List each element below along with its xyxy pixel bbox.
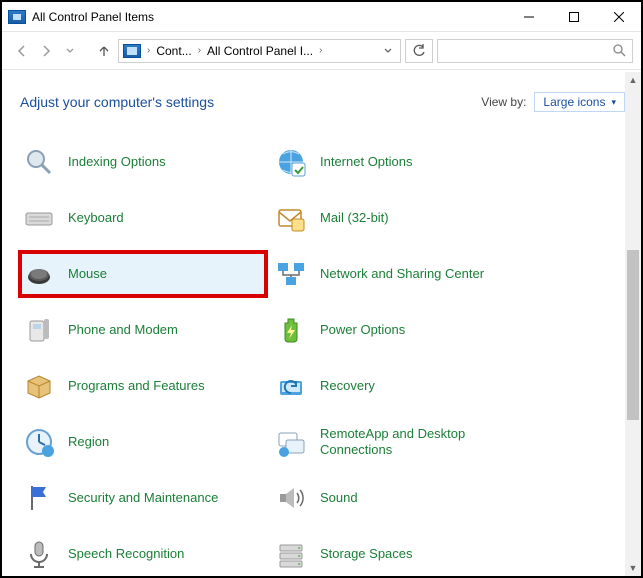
control-panel-icon (123, 44, 141, 58)
view-by-select[interactable]: Large icons ▾ (534, 92, 625, 112)
control-panel-item[interactable]: Network and Sharing Center (272, 252, 518, 296)
item-label: Programs and Features (68, 378, 205, 394)
item-label: Storage Spaces (320, 546, 413, 562)
mail-icon (274, 201, 308, 235)
phone-icon (22, 313, 56, 347)
control-panel-item[interactable]: Security and Maintenance (20, 476, 266, 520)
scroll-down-button[interactable]: ▼ (625, 560, 641, 576)
arrow-right-icon (39, 44, 53, 58)
breadcrumb-segment[interactable]: All Control Panel I... (207, 44, 313, 58)
breadcrumb-separator: › (145, 45, 152, 56)
control-panel-item[interactable]: Recovery (272, 364, 518, 408)
control-panel-item[interactable]: Mouse (20, 252, 266, 296)
nav-back-button[interactable] (12, 41, 32, 61)
maximize-icon (569, 12, 579, 22)
control-panel-item[interactable]: Phone and Modem (20, 308, 266, 352)
view-by-label: View by: (481, 95, 526, 109)
control-panel-item[interactable]: Programs and Features (20, 364, 266, 408)
item-label: Speech Recognition (68, 546, 184, 562)
items-area: Indexing Options Internet Options Keyboard… (20, 140, 625, 570)
item-label: Indexing Options (68, 154, 166, 170)
control-panel-item[interactable]: Power Options (272, 308, 518, 352)
scroll-up-button[interactable]: ▲ (625, 72, 641, 88)
address-dropdown[interactable] (380, 47, 396, 55)
scroll-thumb[interactable] (627, 250, 639, 420)
control-panel-item[interactable]: Internet Options (272, 140, 518, 184)
network-icon (274, 257, 308, 291)
control-panel-item[interactable]: RemoteApp and Desktop Connections (272, 420, 518, 464)
chevron-down-icon (384, 47, 392, 55)
box-icon (22, 369, 56, 403)
settings-header: Adjust your computer's settings View by:… (20, 92, 625, 112)
item-label: Phone and Modem (68, 322, 178, 338)
control-panel-item[interactable]: Storage Spaces (272, 532, 518, 576)
minimize-button[interactable] (506, 2, 551, 31)
refresh-icon (412, 44, 426, 58)
minimize-icon (524, 12, 534, 22)
item-label: Security and Maintenance (68, 490, 218, 506)
item-label: Sound (320, 490, 358, 506)
chevron-down-icon (66, 47, 74, 55)
globe-check-icon (274, 145, 308, 179)
breadcrumb-separator: › (196, 45, 203, 56)
recent-locations-dropdown[interactable] (60, 41, 80, 61)
speaker-icon (274, 481, 308, 515)
recovery-icon (274, 369, 308, 403)
nav-forward-button[interactable] (36, 41, 56, 61)
titlebar: All Control Panel Items (2, 2, 641, 32)
search-icon (612, 43, 626, 57)
search-folder-icon (22, 145, 56, 179)
address-bar[interactable]: › Cont... › All Control Panel I... › (118, 39, 401, 63)
arrow-left-icon (15, 44, 29, 58)
close-icon (614, 12, 624, 22)
view-by-control: View by: Large icons ▾ (481, 92, 625, 112)
control-panel-item[interactable]: Indexing Options (20, 140, 266, 184)
drives-icon (274, 537, 308, 571)
item-label: Recovery (320, 378, 375, 394)
mic-icon (22, 537, 56, 571)
page-title: Adjust your computer's settings (20, 94, 214, 110)
page-body: Adjust your computer's settings View by:… (2, 70, 641, 576)
item-label: Region (68, 434, 109, 450)
nav-up-button[interactable] (94, 41, 114, 61)
control-panel-item[interactable]: Sound (272, 476, 518, 520)
item-label: Mail (32-bit) (320, 210, 389, 226)
vertical-scrollbar[interactable]: ▲ ▼ (625, 72, 641, 576)
clock-globe-icon (22, 425, 56, 459)
breadcrumb-segment[interactable]: Cont... (156, 44, 191, 58)
maximize-button[interactable] (551, 2, 596, 31)
refresh-button[interactable] (405, 39, 433, 63)
window-controls (506, 2, 641, 31)
control-panel-icon (8, 10, 26, 24)
battery-icon (274, 313, 308, 347)
navigation-bar: › Cont... › All Control Panel I... › (2, 32, 641, 70)
chevron-down-icon: ▾ (611, 97, 616, 108)
keyboard-icon (22, 201, 56, 235)
control-panel-item[interactable]: Keyboard (20, 196, 266, 240)
item-label: Internet Options (320, 154, 413, 170)
breadcrumb-separator: › (317, 45, 324, 56)
control-panel-item[interactable]: Mail (32-bit) (272, 196, 518, 240)
search-box[interactable] (437, 39, 633, 63)
arrow-up-icon (97, 44, 111, 58)
item-label: Network and Sharing Center (320, 266, 484, 282)
close-button[interactable] (596, 2, 641, 31)
item-label: Power Options (320, 322, 405, 338)
window-title: All Control Panel Items (32, 10, 154, 24)
remote-icon (274, 425, 308, 459)
item-label: Mouse (68, 266, 107, 282)
item-label: RemoteApp and Desktop Connections (320, 426, 512, 457)
control-panel-item[interactable]: Speech Recognition (20, 532, 266, 576)
control-panel-item[interactable]: Region (20, 420, 266, 464)
item-label: Keyboard (68, 210, 124, 226)
flag-icon (22, 481, 56, 515)
search-input[interactable] (438, 40, 632, 62)
view-by-value: Large icons (543, 95, 605, 109)
items-grid: Indexing Options Internet Options Keyboard… (20, 140, 625, 576)
mouse-icon (22, 257, 56, 291)
